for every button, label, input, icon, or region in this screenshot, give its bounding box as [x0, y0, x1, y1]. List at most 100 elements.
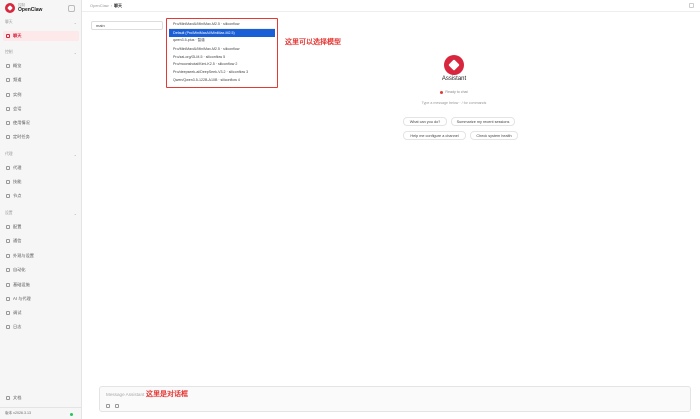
bar-chart-icon	[6, 121, 10, 125]
model-option[interactable]: Pro/moonshotai/Kimi-K2.5 · siliconflow 2	[169, 60, 275, 68]
monitor-icon	[6, 194, 10, 198]
attach-icon[interactable]	[106, 404, 110, 408]
sidebar-item-label: 自动化	[13, 267, 26, 272]
sidebar-item-overview[interactable]: 概览	[3, 61, 79, 71]
sidebar-docs-link[interactable]: 文档	[3, 393, 79, 402]
sidebar-item-label: 会话	[13, 106, 22, 111]
sidebar-item-label: 频道	[13, 77, 22, 82]
assistant-status: Ready to chat	[420, 90, 488, 94]
lightning-icon	[6, 180, 10, 184]
clock-icon	[6, 135, 10, 139]
sidebar-collapse-icon[interactable]	[68, 5, 75, 12]
sidebar-item-label: 概览	[13, 63, 22, 68]
sidebar-item-infrastructure[interactable]: 基础设施	[3, 280, 79, 290]
model-option[interactable]: qwen3.5-plus · 智谱	[169, 37, 275, 45]
assistant-name: Assistant	[441, 76, 467, 82]
sidebar-item-label: 技能	[13, 179, 22, 184]
window-icon[interactable]	[689, 3, 694, 8]
gear-icon	[6, 225, 10, 229]
sidebar-item-debug[interactable]: 调试	[3, 308, 79, 318]
sidebar-item-sessions[interactable]: 会话	[3, 104, 79, 114]
docs-label: 文档	[13, 394, 22, 400]
terminal-icon	[6, 268, 10, 272]
sidebar-item-logs[interactable]: 日志	[3, 322, 79, 332]
sidebar-item-comms[interactable]: 通信	[3, 236, 79, 246]
section-title: 设置	[5, 211, 13, 215]
model-option[interactable]: Pro/deepseek-ai/DeepSeek-V3.2 · siliconf…	[169, 68, 275, 76]
brand[interactable]: 控制 OpenClaw	[5, 3, 42, 13]
link-icon	[6, 78, 10, 82]
annotation-input-box: 这里是对话框	[146, 390, 188, 398]
sidebar-item-label: 节点	[13, 193, 22, 198]
radio-icon	[6, 93, 10, 97]
sparkle-icon	[6, 297, 10, 301]
sidebar-item-label: 基础设施	[13, 282, 30, 287]
model-option[interactable]: Pro/MiniMaxAI/MiniMax-M2.5 · siliconflow	[169, 45, 275, 53]
status-dot-icon	[440, 90, 444, 94]
grid-icon	[6, 64, 10, 68]
message-input-placeholder[interactable]: Message Assistant	[106, 392, 144, 397]
sidebar-item-instances[interactable]: 实例	[3, 90, 79, 100]
sidebar-item-label: AI 与代理	[13, 296, 31, 301]
sidebar-item-nodes[interactable]: 节点	[3, 191, 79, 201]
sidebar-item-config[interactable]: 配置	[3, 222, 79, 232]
assistant-avatar	[444, 55, 464, 75]
version-status: 版本 v2026.3.13	[0, 407, 82, 419]
model-option-selected[interactable]: Default (Pro/MiniMaxAI/MiniMax-M2.5)	[169, 28, 275, 37]
breadcrumb-root[interactable]: OpenClaw	[90, 3, 109, 8]
sidebar-item-automation[interactable]: 自动化	[3, 265, 79, 275]
sidebar-item-label: 外观与设置	[13, 253, 34, 258]
openclaw-logo-icon	[5, 3, 15, 13]
server-icon	[6, 283, 10, 287]
sidebar-item-label: 代理	[13, 165, 22, 170]
chevron-down-icon: ⌄	[73, 152, 77, 157]
mic-icon[interactable]	[115, 404, 119, 408]
sidebar-item-ai-agents[interactable]: AI 与代理	[3, 294, 79, 304]
sidebar-section-settings[interactable]: 设置 ⌄	[5, 211, 77, 216]
session-select-value: main	[96, 23, 105, 28]
sidebar-item-label: 通信	[13, 238, 22, 243]
breadcrumb-current: 聊天	[114, 2, 123, 8]
chevron-down-icon: ⌄	[73, 211, 77, 216]
sidebar-item-label: 配置	[13, 224, 22, 229]
suggestion-chip[interactable]: Help me configure a channel	[403, 131, 466, 140]
sidebar-item-cron[interactable]: 定时任务	[3, 132, 79, 142]
document-icon	[6, 325, 10, 329]
sidebar-item-label: 调试	[13, 310, 22, 315]
chevron-down-icon: ⌄	[73, 50, 77, 55]
sidebar: 控制 OpenClaw 聊天 ⌄ 聊天 控制 ⌄ 概览 频道 实例 会话 使用情况 …	[0, 0, 82, 419]
online-status-icon	[70, 413, 73, 416]
folder-icon	[6, 166, 10, 170]
sidebar-item-agents[interactable]: 代理	[3, 163, 79, 173]
sidebar-section-agents[interactable]: 代理 ⌄	[5, 152, 77, 157]
section-title: 代理	[5, 152, 13, 156]
model-option[interactable]: Qwen/Qwen3.5-122B-A10B · siliconflow 4	[169, 76, 275, 84]
chat-icon	[6, 34, 10, 38]
sidebar-section-chat[interactable]: 聊天 ⌄	[5, 20, 77, 25]
sidebar-item-usage[interactable]: 使用情况	[3, 118, 79, 128]
sidebar-item-skills[interactable]: 技能	[3, 177, 79, 187]
sidebar-item-chat[interactable]: 聊天	[3, 31, 79, 41]
sidebar-section-control[interactable]: 控制 ⌄	[5, 50, 77, 55]
suggestion-chip[interactable]: What can you do?	[403, 117, 447, 126]
file-icon	[6, 107, 10, 111]
sidebar-item-channels[interactable]: 频道	[3, 75, 79, 85]
model-option[interactable]: Pro/MiniMaxAI/MiniMax-M2.5 · siliconflow	[169, 21, 275, 29]
sidebar-item-label: 定时任务	[13, 134, 30, 139]
sidebar-item-label: 日志	[13, 324, 22, 329]
chevron-down-icon: ⌄	[73, 20, 77, 25]
suggestion-chip[interactable]: Summarize my recent sessions	[451, 117, 515, 126]
sidebar-item-appearance[interactable]: 外观与设置	[3, 251, 79, 261]
session-select[interactable]: main	[91, 21, 163, 30]
brand-name: OpenClaw	[18, 7, 43, 13]
version-label: 版本 v2026.3.13	[5, 411, 31, 415]
breadcrumb: OpenClaw › 聊天	[82, 0, 700, 12]
model-option[interactable]: Pro/zai-org/GLM-5 · siliconflow 5	[169, 53, 275, 61]
breadcrumb-separator: ›	[110, 3, 113, 8]
annotation-model-select: 这里可以选择模型	[285, 38, 341, 46]
book-icon	[6, 395, 10, 400]
model-options-list: Pro/MiniMaxAI/MiniMax-M2.5 · siliconflow…	[169, 21, 275, 84]
suggestion-chip[interactable]: Check system health	[470, 131, 518, 140]
section-title: 聊天	[5, 20, 13, 24]
model-dropdown[interactable]: Pro/MiniMaxAI/MiniMax-M2.5 · siliconflow…	[166, 18, 278, 88]
